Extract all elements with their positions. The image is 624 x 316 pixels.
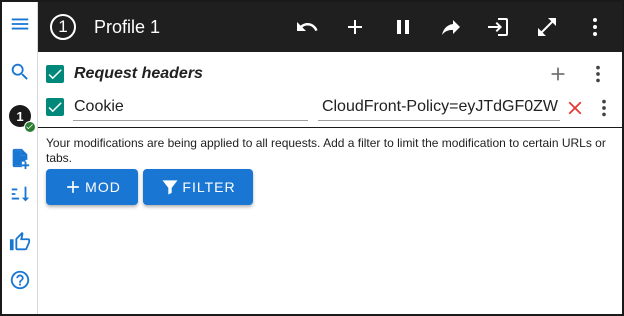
add-header-button[interactable] [546, 62, 570, 86]
add-file-button[interactable] [2, 140, 38, 176]
add-mod-button[interactable]: MOD [46, 169, 138, 205]
notice-text: Your modifications are being applied to … [46, 136, 606, 165]
profile-active-check [24, 121, 36, 133]
header-row-more-button[interactable] [592, 96, 616, 120]
add-filter-label: FILTER [182, 179, 236, 195]
header-value-field[interactable]: CloudFront-Policy=eyJTdGF0ZW [318, 95, 560, 121]
add-icon [67, 181, 79, 193]
login-icon [488, 18, 508, 36]
header-row-checkbox[interactable] [46, 98, 64, 116]
section-more-button[interactable] [586, 62, 610, 86]
undo-icon [297, 22, 318, 31]
more-vert-icon [593, 18, 597, 36]
add-mod-label: MOD [85, 179, 121, 195]
profile-number-icon[interactable]: 1 [50, 14, 76, 40]
divider [38, 127, 622, 128]
undo-button[interactable] [295, 15, 319, 39]
sort-button[interactable] [2, 176, 38, 212]
add-file-icon [12, 148, 30, 169]
section-checkbox[interactable] [46, 65, 64, 83]
close-icon [568, 101, 582, 115]
help-button[interactable] [2, 262, 38, 298]
search-button[interactable] [2, 54, 38, 90]
header-value-text: CloudFront-Policy=eyJTdGF0ZW [321, 98, 558, 115]
redo-button[interactable] [439, 15, 463, 39]
filter-icon [162, 180, 178, 195]
profile-name[interactable]: Profile 1 [94, 17, 160, 38]
check-icon [48, 102, 62, 113]
left-rail: 1 [2, 2, 38, 314]
more-vert-icon [602, 99, 606, 117]
menu-icon [11, 18, 29, 30]
more-button[interactable] [583, 15, 607, 39]
header-name-field[interactable]: Cookie [73, 95, 308, 121]
add-icon [348, 20, 362, 34]
top-bar: 1 Profile 1 [38, 2, 622, 52]
import-button[interactable] [486, 15, 510, 39]
redo-icon [442, 20, 460, 35]
help-icon [10, 270, 30, 290]
pause-icon [397, 20, 409, 34]
sort-icon [11, 186, 30, 202]
check-icon [26, 124, 33, 130]
more-vert-icon [596, 65, 600, 83]
add-filter-button[interactable]: FILTER [143, 169, 253, 205]
add-button[interactable] [343, 15, 367, 39]
add-icon [551, 67, 565, 81]
pause-button[interactable] [391, 15, 415, 39]
fullscreen-button[interactable] [535, 15, 559, 39]
thumb-up-icon [9, 231, 31, 251]
menu-button[interactable] [2, 6, 38, 42]
section-title: Request headers [74, 65, 203, 82]
header-name-value: Cookie [74, 98, 124, 115]
main-content: Request headers Cookie CloudFront-Policy… [38, 52, 622, 314]
rate-button[interactable] [2, 224, 38, 260]
search-icon [11, 63, 28, 80]
check-icon [48, 69, 62, 80]
delete-header-button[interactable] [563, 96, 587, 120]
fullscreen-icon [538, 18, 556, 36]
